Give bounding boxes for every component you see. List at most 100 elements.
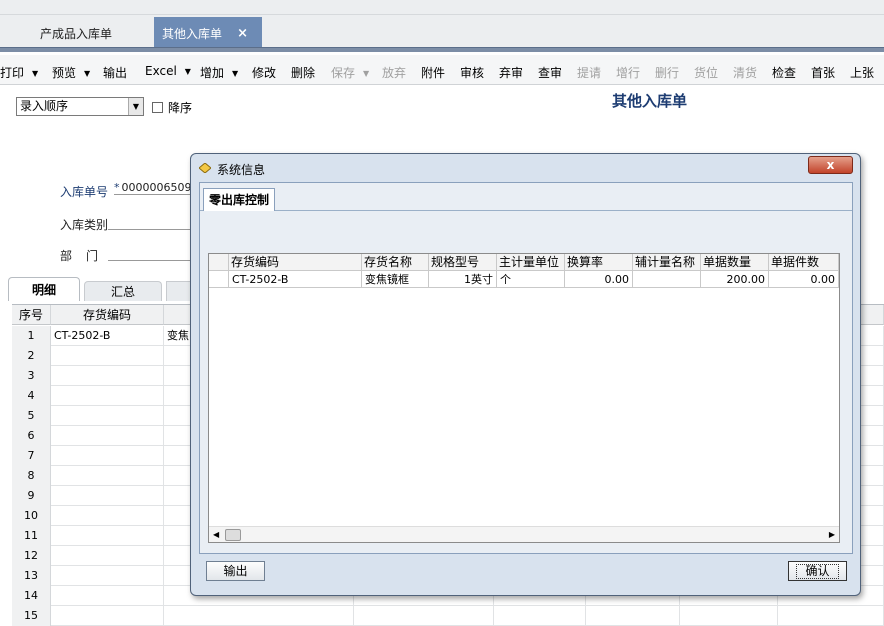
row-number: 11 — [12, 526, 51, 546]
department-field[interactable] — [108, 260, 194, 261]
dropdown-arrow-icon[interactable]: ▼ — [32, 69, 38, 78]
system-info-dialog: 系统信息 x 零出库控制 ◀ ▶ 存货编码 存货名称 规格型号 主计量单位 换算率 辅计量… — [190, 153, 861, 596]
grid-header-1[interactable]: 存货编码 — [51, 305, 164, 325]
scroll-left-icon[interactable]: ◀ — [213, 527, 219, 543]
dialog-cell[interactable]: 200.00 — [701, 271, 769, 288]
toolbar-button-17[interactable]: 清货 — [733, 64, 757, 81]
grid-cell[interactable] — [51, 486, 164, 506]
tab-more[interactable] — [166, 281, 192, 301]
toolbar-button-label: 弃审 — [499, 66, 524, 80]
dialog-cell[interactable]: 个 — [497, 271, 565, 288]
toolbar-button-1[interactable]: 预览 ▼ — [52, 64, 90, 81]
dialog-body: 零出库控制 ◀ ▶ 存货编码 存货名称 规格型号 主计量单位 换算率 辅计量名称 单据数量单… — [199, 182, 853, 554]
grid-cell[interactable]: CT-2502-B — [51, 326, 164, 346]
toolbar-button-18[interactable]: 检查 — [772, 64, 796, 81]
grid-cell[interactable] — [51, 406, 164, 426]
grid-cell[interactable] — [51, 466, 164, 486]
row-number: 10 — [12, 506, 51, 526]
grid-cell[interactable] — [51, 546, 164, 566]
toolbar-button-label: 删除 — [291, 66, 316, 80]
grid-cell[interactable] — [51, 426, 164, 446]
toolbar-button-7[interactable]: 保存 ▼ — [331, 64, 369, 81]
horizontal-scrollbar[interactable]: ◀ ▶ — [209, 526, 839, 542]
toolbar-button-19[interactable]: 首张 — [811, 64, 835, 81]
tab-summary[interactable]: 汇总 — [84, 281, 162, 301]
export-button[interactable]: 输出 — [206, 561, 265, 581]
dropdown-arrow-icon[interactable]: ▼ — [185, 67, 191, 76]
toolbar-button-20[interactable]: 上张 — [850, 64, 874, 81]
grid-cell[interactable] — [51, 526, 164, 546]
dialog-cell[interactable]: 变焦镜框 — [362, 271, 429, 288]
grid-cell[interactable] — [51, 606, 164, 626]
dropdown-arrow-icon[interactable]: ▼ — [84, 69, 90, 78]
toolbar-button-15[interactable]: 删行 — [655, 64, 679, 81]
scroll-thumb[interactable] — [225, 529, 241, 541]
grid-cell[interactable] — [51, 586, 164, 606]
grid-cell[interactable] — [164, 606, 354, 626]
grid-cell[interactable] — [51, 366, 164, 386]
toolbar-button-11[interactable]: 弃审 — [499, 64, 523, 81]
tab-zero-outbound-control[interactable]: 零出库控制 — [203, 188, 275, 212]
dialog-cell[interactable]: 0.00 — [565, 271, 633, 288]
toolbar-button-9[interactable]: 附件 — [421, 64, 445, 81]
grid-cell[interactable] — [51, 346, 164, 366]
table-row[interactable]: 15 — [12, 606, 884, 626]
close-icon[interactable]: x — [808, 156, 853, 174]
toolbar-button-5[interactable]: 修改 — [252, 64, 276, 81]
document-tab-strip: 产成品入库单 其他入库单 × — [0, 0, 884, 50]
dialog-column-header[interactable]: 存货名称 — [362, 254, 429, 271]
toolbar-button-4[interactable]: 增加 ▼ — [200, 64, 238, 81]
grid-header-0[interactable]: 序号 — [12, 305, 51, 325]
row-number: 9 — [12, 486, 51, 506]
chevron-down-icon[interactable]: ▼ — [128, 98, 143, 115]
toolbar-button-label: 首张 — [811, 66, 836, 80]
tab-detail[interactable]: 明细 — [8, 277, 80, 301]
dialog-column-header[interactable]: 主计量单位 — [497, 254, 565, 271]
toolbar-button-16[interactable]: 货位 — [694, 64, 718, 81]
grid-cell[interactable] — [354, 606, 494, 626]
receipt-type-field[interactable] — [108, 229, 194, 230]
toolbar-button-8[interactable]: 放弃 — [382, 64, 406, 81]
dropdown-arrow-icon[interactable]: ▼ — [363, 69, 369, 78]
dialog-cell[interactable]: 1英寸 — [429, 271, 497, 288]
sort-order-select[interactable]: 录入顺序 ▼ — [16, 97, 144, 116]
toolbar-button-14[interactable]: 增行 — [616, 64, 640, 81]
grid-cell[interactable] — [494, 606, 586, 626]
checkbox-box[interactable] — [152, 102, 163, 113]
grid-cell[interactable] — [51, 566, 164, 586]
grid-cell[interactable] — [680, 606, 778, 626]
dialog-column-header[interactable]: 规格型号 — [429, 254, 497, 271]
dialog-column-header[interactable]: 存货编码 — [229, 254, 362, 271]
toolbar-button-label: 保存 — [331, 66, 356, 80]
dialog-column-header[interactable]: 辅计量名称 — [633, 254, 701, 271]
toolbar-button-10[interactable]: 审核 — [460, 64, 484, 81]
tab-other-receipt[interactable]: 其他入库单 × — [154, 17, 262, 47]
scroll-right-icon[interactable]: ▶ — [829, 527, 835, 543]
doc-no-field[interactable]: * 0000006509 — [114, 181, 194, 195]
dropdown-arrow-icon[interactable]: ▼ — [232, 69, 238, 78]
dialog-cell[interactable]: 0.00 — [769, 271, 839, 288]
toolbar-button-6[interactable]: 删除 — [291, 64, 315, 81]
confirm-button[interactable]: 确认 — [788, 561, 847, 581]
descending-checkbox[interactable]: 降序 — [152, 99, 192, 116]
grid-cell[interactable] — [51, 446, 164, 466]
grid-cell[interactable] — [586, 606, 680, 626]
grid-cell[interactable] — [51, 386, 164, 406]
grid-cell[interactable] — [778, 606, 884, 626]
dialog-column-header[interactable]: 单据数量 — [701, 254, 769, 271]
toolbar-button-12[interactable]: 查审 — [538, 64, 562, 81]
toolbar-button-0[interactable]: 打印 ▼ — [0, 64, 38, 81]
doc-no-value: 0000006509 — [121, 181, 192, 194]
tab-finished-goods-receipt[interactable]: 产成品入库单 — [28, 17, 128, 47]
dialog-cell[interactable] — [633, 271, 701, 288]
dialog-column-header[interactable]: 换算率 — [565, 254, 633, 271]
dialog-column-header[interactable]: 单据件数 — [769, 254, 839, 271]
row-selector[interactable] — [209, 271, 229, 288]
toolbar-button-3[interactable]: Excel ▼ — [145, 64, 191, 78]
toolbar-button-2[interactable]: 输出 — [103, 64, 127, 81]
toolbar-button-label: 预览 — [52, 66, 77, 80]
grid-cell[interactable] — [51, 506, 164, 526]
close-tab-icon[interactable]: × — [237, 17, 248, 51]
dialog-cell[interactable]: CT-2502-B — [229, 271, 362, 288]
toolbar-button-13[interactable]: 提请 — [577, 64, 601, 81]
